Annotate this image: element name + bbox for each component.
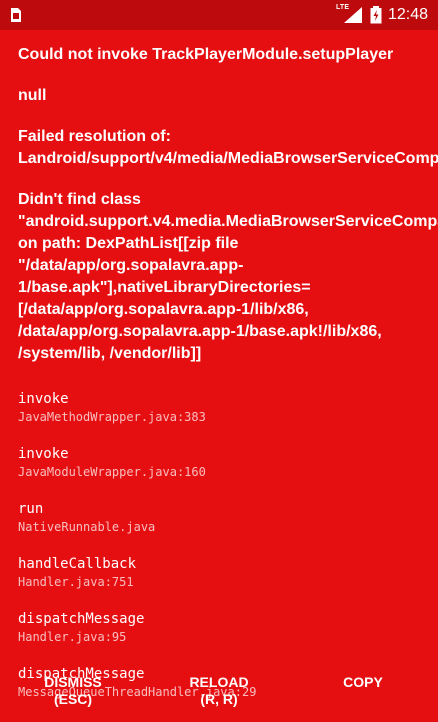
status-bar: LTE 12:48 [0, 0, 438, 30]
error-failed-resolution: Failed resolution of: Landroid/support/v… [18, 128, 438, 167]
reload-button[interactable]: RELOAD (R, R) [178, 674, 260, 712]
signal-icon [343, 7, 362, 23]
copy-button-label: COPY [343, 674, 383, 690]
copy-button[interactable]: COPY [330, 674, 396, 712]
stack-method: handleCallback [18, 556, 137, 572]
stack-method: run [18, 501, 44, 517]
network-indicator: LTE [336, 4, 364, 24]
stack-method: invoke [18, 446, 69, 462]
stack-trace-item[interactable]: handleCallback Handler.java:751 [18, 555, 420, 610]
stack-trace-item[interactable]: invoke JavaMethodWrapper.java:383 [18, 390, 420, 445]
stack-method: invoke [18, 391, 69, 407]
error-actions: DISMISS (ESC) RELOAD (R, R) COPY [0, 672, 438, 722]
error-detail: Didn't find class "android.support.v4.me… [18, 191, 438, 362]
dismiss-button-label: DISMISS [44, 674, 102, 690]
stack-trace-item[interactable]: dispatchMessage Handler.java:95 [18, 610, 420, 665]
dismiss-shortcut-label: (ESC) [53, 691, 93, 707]
stack-location: Handler.java:95 [18, 630, 127, 644]
reload-button-label: RELOAD [189, 674, 249, 690]
stack-method: dispatchMessage [18, 611, 145, 627]
stack-location: Handler.java:751 [18, 575, 134, 589]
sim-card-icon [11, 8, 21, 22]
stack-trace: invoke JavaMethodWrapper.java:383 invoke… [18, 390, 420, 720]
stack-trace-item[interactable]: invoke JavaModuleWrapper.java:160 [18, 445, 420, 500]
battery-charging-icon [370, 6, 382, 24]
stack-trace-item[interactable]: run NativeRunnable.java [18, 500, 420, 555]
stack-location: JavaMethodWrapper.java:383 [18, 410, 206, 424]
stack-location: JavaModuleWrapper.java:160 [18, 465, 206, 479]
reload-shortcut-label: (R, R) [200, 691, 238, 707]
dismiss-button[interactable]: DISMISS (ESC) [34, 674, 112, 712]
error-title: Could not invoke TrackPlayerModule.setup… [18, 46, 394, 63]
status-icons: LTE 12:48 [336, 0, 428, 30]
clock: 12:48 [387, 6, 428, 23]
error-null-text: null [18, 87, 47, 104]
stack-location: NativeRunnable.java [18, 520, 156, 534]
error-content: Could not invoke TrackPlayerModule.setup… [18, 30, 438, 720]
